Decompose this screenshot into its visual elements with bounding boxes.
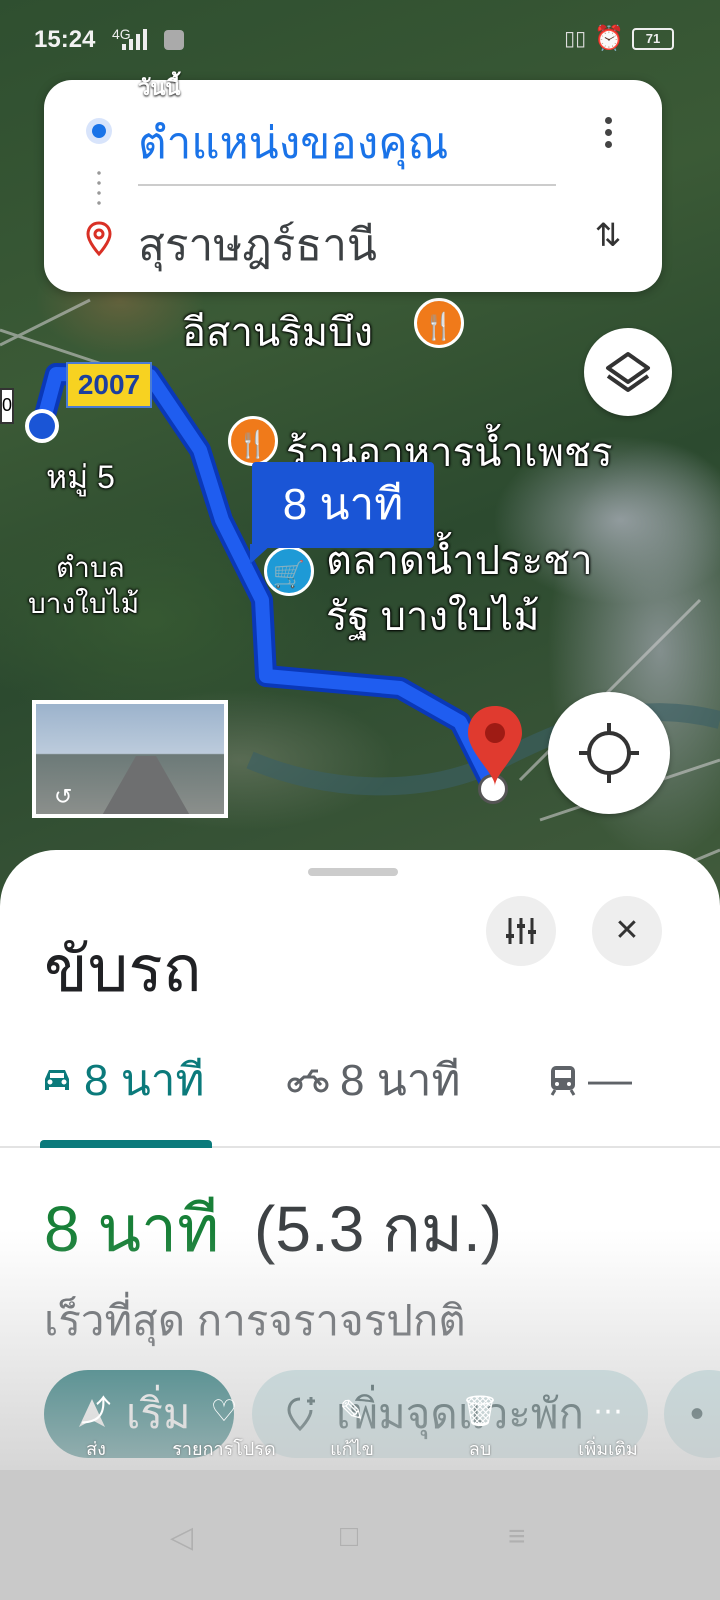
nav-home-icon[interactable]: □ [340, 1520, 358, 1554]
destination-field[interactable]: สุราษฎร์ธานี [138, 210, 377, 280]
delete-action-label: ลบ [468, 1439, 492, 1459]
active-tab-indicator [40, 1140, 212, 1148]
poi-label-isan[interactable]: อีสานริมบึง [182, 300, 373, 364]
tab-driving-label: 8 นาที [84, 1056, 205, 1105]
route-description: เร็วที่สุด การจราจรปกติ [44, 1297, 466, 1344]
road-shield-edge: 0 [0, 388, 14, 424]
origin-field[interactable]: ตำแหน่งของคุณ [138, 108, 448, 178]
system-nav-bar: ◁ □ ≡ [0, 1470, 720, 1600]
favorites-action[interactable]: ♡ รายการโปรด [164, 1390, 284, 1463]
travel-mode-title: ขับรถ [44, 933, 202, 1005]
departure-date-label[interactable]: วันนี้ [138, 70, 180, 105]
route-duration: 8 นาที [44, 1193, 220, 1265]
close-icon: ✕ [614, 914, 640, 947]
route-connector [97, 168, 101, 208]
layers-icon [606, 352, 650, 392]
crosshair-icon [579, 723, 639, 783]
send-action[interactable]: ⤴ ส่ง [36, 1390, 156, 1463]
bottom-action-bar: ⤴ ส่ง ♡ รายการโปรด ✎ แก้ไข 🗑 ลบ ⋯ เพิ่มเ… [0, 1390, 720, 1470]
restaurant-icon[interactable]: 🍴 [228, 416, 278, 466]
more-action[interactable]: ⋯ เพิ่มเติม [548, 1390, 668, 1463]
share-icon: ⤴ [81, 1395, 111, 1428]
tab-transit-label: — [588, 1055, 632, 1104]
transit-icon [550, 1066, 576, 1096]
alarm-icon: ⏰ [594, 25, 624, 52]
more-action-label: เพิ่มเติม [578, 1439, 638, 1459]
rotate-360-icon: ↺ [54, 784, 73, 809]
status-bar: 15:24 4G ▯▯ ⏰ 71 [0, 0, 720, 80]
app-notification-icon [164, 30, 184, 50]
tab-motorcycle-label: 8 นาที [340, 1056, 461, 1105]
destination-pin-icon[interactable] [466, 704, 524, 788]
edit-action-label: แก้ไข [330, 1439, 374, 1459]
route-time-callout[interactable]: 8 นาที [250, 462, 434, 564]
status-time: 15:24 [34, 26, 96, 53]
tab-driving[interactable]: 8 นาที [40, 1050, 204, 1110]
tune-icon [506, 918, 536, 944]
car-icon [45, 1070, 69, 1090]
close-button[interactable]: ✕ [592, 896, 662, 966]
edit-action[interactable]: ✎ แก้ไข [292, 1390, 412, 1463]
destination-pin-outline-icon [86, 221, 112, 257]
more-options-icon[interactable] [592, 112, 624, 156]
send-action-label: ส่ง [86, 1439, 106, 1459]
my-location-button[interactable] [548, 692, 670, 814]
signal-icon [122, 29, 147, 50]
tab-motorcycle[interactable]: 8 นาที [286, 1050, 460, 1110]
heart-icon: ♡ [210, 1395, 238, 1428]
divider [138, 184, 556, 186]
edit-icon: ✎ [339, 1395, 365, 1428]
restaurant-icon[interactable]: 🍴 [414, 298, 464, 348]
street-view-thumbnail[interactable]: ↺ [32, 700, 228, 818]
travel-mode-tabs: 8 นาที 8 นาที — [0, 1040, 720, 1148]
more-icon: ⋯ [593, 1395, 623, 1428]
origin-dot-icon [86, 118, 112, 144]
back-arrow-icon[interactable]: ← [52, 80, 88, 118]
delete-action[interactable]: 🗑 ลบ [420, 1390, 540, 1463]
poi-label-market-2[interactable]: รัฐ บางใบไม้ [326, 584, 539, 648]
favorites-action-label: รายการโปรด [172, 1439, 276, 1459]
nav-back-icon[interactable]: ◁ [170, 1520, 193, 1555]
nav-recents-icon[interactable]: ≡ [508, 1520, 526, 1554]
area-label-village: หมู่ 5 [46, 459, 115, 495]
area-label-subdistrict-2: บางใบไม้ [28, 588, 140, 619]
swap-icon[interactable]: ⇅ [588, 216, 628, 260]
motorcycle-icon [287, 1069, 329, 1093]
route-options-button[interactable] [486, 896, 556, 966]
drag-handle[interactable] [308, 868, 398, 876]
trash-icon: 🗑 [460, 1395, 500, 1428]
road-shield-2007: 2007 [66, 362, 152, 408]
vibrate-icon: ▯▯ [564, 28, 587, 50]
layers-button[interactable] [584, 328, 672, 416]
battery-icon: 71 [632, 27, 674, 50]
tab-transit[interactable]: — [548, 1050, 632, 1110]
route-distance: (5.3 กม.) [254, 1193, 503, 1265]
